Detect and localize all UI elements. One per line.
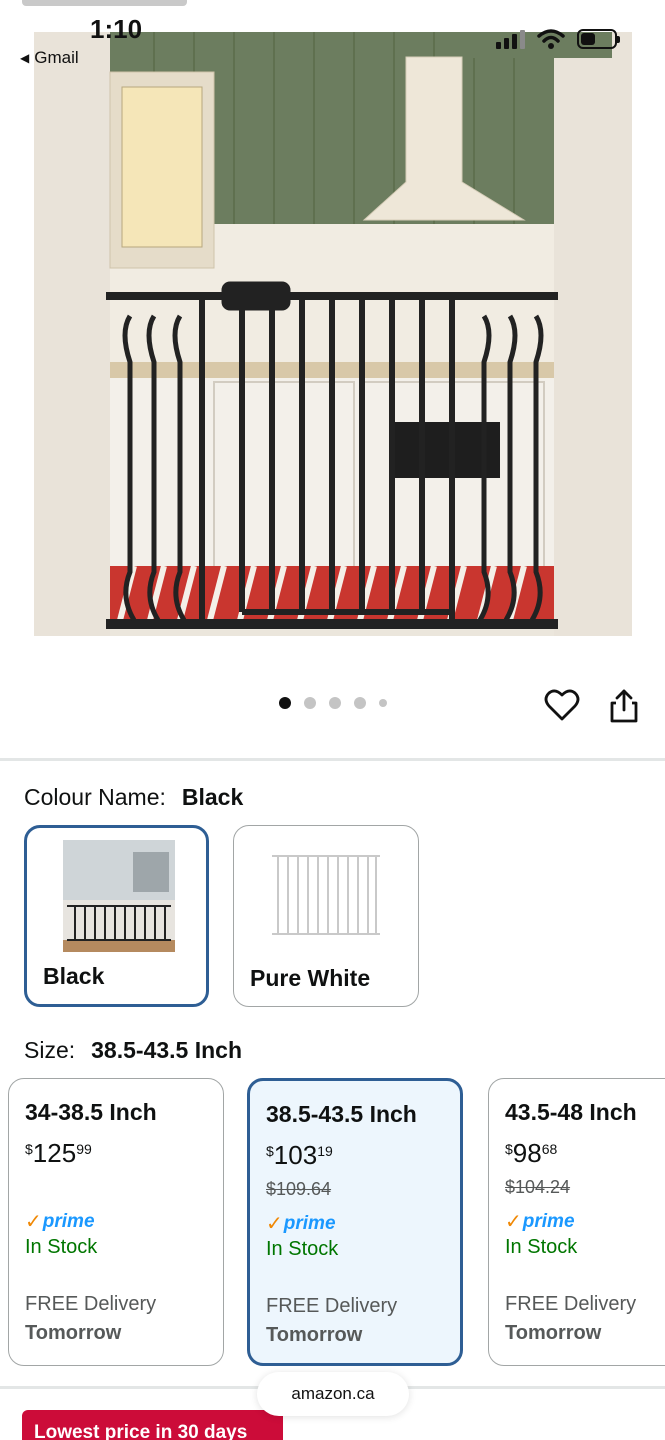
size-option-card[interactable]: 34-38.5 Inch $ 125 99 ✓ prime In Stock F… bbox=[8, 1078, 224, 1366]
colour-option-label: Pure White bbox=[250, 965, 371, 991]
add-to-wishlist-button[interactable] bbox=[544, 688, 580, 722]
size-option-list-price: $109.64 bbox=[266, 1179, 332, 1199]
pagination-dot-4[interactable] bbox=[353, 697, 366, 709]
size-option-title: 34-38.5 Inch bbox=[25, 1099, 157, 1125]
size-option-list-price bbox=[25, 1177, 207, 1199]
prime-check-icon: ✓ bbox=[266, 1213, 283, 1235]
stock-status: In Stock bbox=[505, 1236, 578, 1258]
prime-label: prime bbox=[42, 1210, 95, 1232]
status-bar: 1:10 ◀ Gmail bbox=[0, 0, 665, 80]
heart-icon bbox=[544, 689, 580, 721]
size-option-list-price: $104.24 bbox=[505, 1177, 571, 1197]
section-divider bbox=[0, 758, 665, 761]
product-image[interactable] bbox=[34, 32, 632, 636]
back-to-gmail-link[interactable]: ◀ Gmail bbox=[20, 48, 79, 68]
size-row: Size: 38.5-43.5 Inch bbox=[24, 1037, 242, 1064]
white-gate-thumbnail bbox=[270, 838, 382, 950]
product-photo-illustration bbox=[34, 32, 632, 636]
size-option-price: $ 98 68 bbox=[505, 1138, 665, 1169]
pagination-dot-5[interactable] bbox=[378, 699, 387, 707]
price-cents: 19 bbox=[317, 1143, 333, 1159]
delivery-label: FREE Delivery bbox=[25, 1293, 157, 1315]
delivery-when: Tomorrow bbox=[266, 1324, 363, 1346]
share-button[interactable] bbox=[608, 688, 640, 724]
price-symbol: $ bbox=[25, 1141, 33, 1157]
price-whole: 103 bbox=[273, 1140, 318, 1170]
colour-option-black[interactable]: Black bbox=[24, 825, 209, 1007]
prime-badge: ✓ prime bbox=[266, 1211, 444, 1236]
price-cents: 99 bbox=[76, 1141, 92, 1157]
size-option-price: $ 125 99 bbox=[25, 1138, 207, 1169]
pagination-dot-1[interactable] bbox=[278, 697, 291, 709]
delivery-label: FREE Delivery bbox=[505, 1293, 637, 1315]
colour-name-label: Colour Name: bbox=[24, 784, 166, 810]
prime-badge: ✓ prime bbox=[505, 1209, 665, 1234]
back-arrow-icon: ◀ bbox=[20, 51, 30, 65]
status-time: 1:10 bbox=[90, 14, 143, 44]
size-value: 38.5-43.5 Inch bbox=[91, 1037, 242, 1063]
deal-badge: Lowest price in 30 days bbox=[22, 1410, 283, 1440]
colour-option-pure-white[interactable]: Pure White bbox=[233, 825, 419, 1007]
size-option-price: $ 103 19 bbox=[266, 1140, 444, 1171]
top-handle bbox=[22, 0, 187, 6]
colour-name-value: Black bbox=[181, 784, 244, 810]
prime-label: prime bbox=[522, 1210, 575, 1232]
pagination-dot-3[interactable] bbox=[328, 697, 341, 709]
size-option-title: 38.5-43.5 Inch bbox=[266, 1101, 417, 1127]
delivery-when: Tomorrow bbox=[505, 1322, 602, 1344]
prime-badge: ✓ prime bbox=[25, 1209, 207, 1234]
browser-address-pill[interactable]: amazon.ca bbox=[257, 1372, 409, 1416]
stock-status: In Stock bbox=[25, 1236, 98, 1258]
price-whole: 98 bbox=[512, 1138, 542, 1168]
colour-option-label: Black bbox=[43, 963, 105, 989]
prime-check-icon: ✓ bbox=[25, 1211, 42, 1233]
share-icon bbox=[610, 689, 638, 723]
price-symbol: $ bbox=[266, 1143, 274, 1159]
delivery-label: FREE Delivery bbox=[266, 1295, 398, 1317]
delivery-when: Tomorrow bbox=[25, 1322, 122, 1344]
prime-check-icon: ✓ bbox=[505, 1211, 522, 1233]
price-whole: 125 bbox=[32, 1138, 77, 1168]
prime-label: prime bbox=[283, 1212, 336, 1234]
black-gate-thumbnail bbox=[63, 840, 175, 952]
size-option-card[interactable]: 38.5-43.5 Inch $ 103 19 $109.64 ✓ prime … bbox=[247, 1078, 463, 1366]
size-label: Size: bbox=[24, 1037, 76, 1063]
stock-status: In Stock bbox=[266, 1238, 339, 1260]
pagination-dot-2[interactable] bbox=[303, 697, 316, 709]
size-option-title: 43.5-48 Inch bbox=[505, 1099, 637, 1125]
price-symbol: $ bbox=[505, 1141, 513, 1157]
price-cents: 68 bbox=[541, 1141, 558, 1157]
back-app-label: Gmail bbox=[34, 48, 79, 67]
size-option-card[interactable]: 43.5-48 Inch $ 98 68 $104.24 ✓ prime In … bbox=[488, 1078, 665, 1366]
colour-name-row: Colour Name: Black bbox=[24, 784, 243, 811]
